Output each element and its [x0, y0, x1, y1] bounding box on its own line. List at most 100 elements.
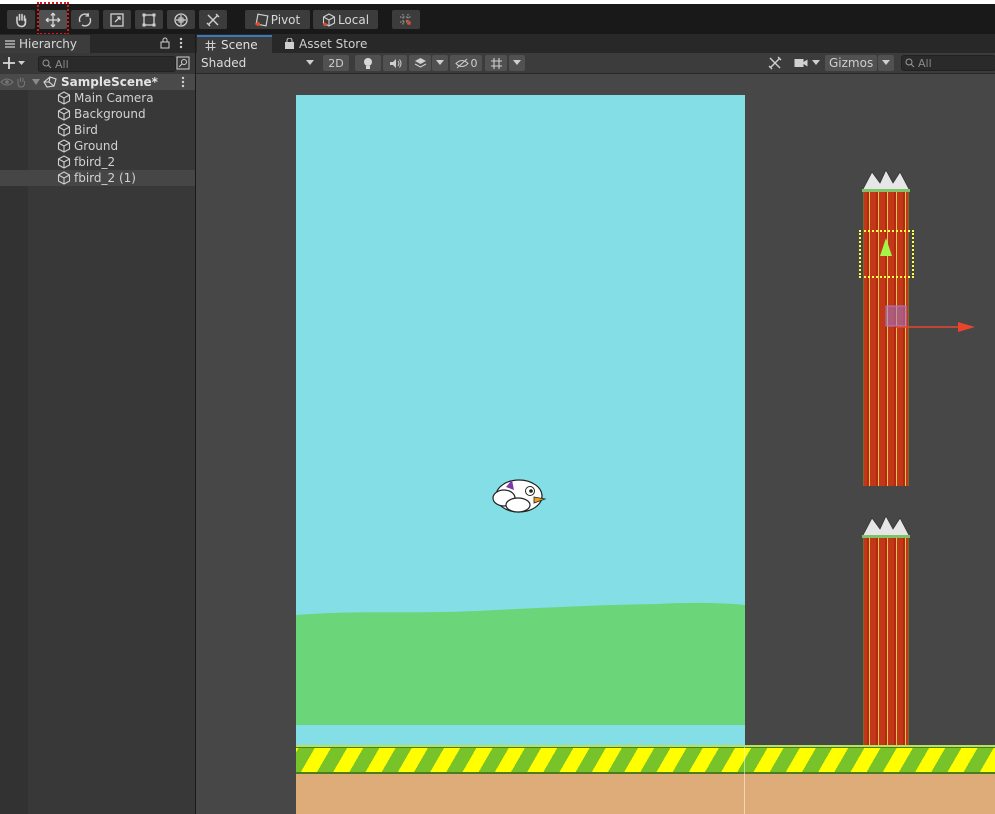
local-toggle[interactable]: Local [313, 10, 378, 29]
unity-scene-icon [43, 76, 57, 88]
search-scene-icon[interactable] [176, 56, 190, 73]
mode-2d-label: 2D [328, 56, 344, 70]
gizmo-y-axis-arrow [880, 238, 892, 256]
lock-icon[interactable] [160, 37, 170, 52]
gizmos-label: Gizmos [829, 56, 874, 70]
rotate-tool-button[interactable] [71, 10, 99, 29]
hashtag-grid-icon [205, 40, 216, 50]
gameobject-cube-icon [57, 155, 71, 169]
transform-icon [174, 12, 188, 27]
hidden-eye-icon [454, 58, 469, 68]
speaker-icon [389, 58, 401, 68]
draw-mode-dropdown[interactable]: Shaded [196, 54, 320, 72]
chevron-down-icon [436, 60, 444, 65]
search-icon [42, 59, 52, 69]
hierarchy-item-label: fbird_2 (1) [74, 171, 136, 185]
hierarchy-search-input[interactable]: All [38, 56, 176, 72]
scene-tools-button[interactable] [767, 55, 783, 74]
effects-dropdown[interactable] [432, 55, 448, 71]
panel-menu-icon[interactable] [178, 37, 184, 52]
camera-settings-button[interactable] [794, 56, 822, 70]
hierarchy-item-background[interactable]: Background [0, 106, 195, 122]
background-grass-hills [296, 602, 745, 725]
hierarchy-item-ground[interactable]: Ground [0, 138, 195, 154]
grid-hash-icon [490, 57, 502, 69]
audio-toggle[interactable] [383, 55, 407, 71]
create-add-button[interactable] [3, 56, 27, 73]
pivot-toggle[interactable]: Pivot [245, 10, 310, 29]
gizmos-button[interactable]: Gizmos [825, 55, 877, 71]
hierarchy-item-main-camera[interactable]: Main Camera [0, 90, 195, 106]
pick-hand-icon[interactable] [15, 76, 27, 88]
pipe-top-spike [862, 170, 910, 192]
gizmos-dropdown[interactable] [878, 55, 894, 71]
pivot-icon [255, 13, 269, 26]
mode-2d-toggle[interactable]: 2D [323, 55, 349, 71]
gameobject-cube-icon [57, 123, 71, 137]
gameobject-cube-icon [57, 91, 71, 105]
scene-menu-icon[interactable] [180, 76, 186, 88]
tab-scene[interactable]: Scene [197, 35, 272, 53]
gameobject-cube-icon [57, 107, 71, 121]
pivot-label: Pivot [270, 12, 301, 27]
tools-icon [768, 56, 782, 70]
eye-icon[interactable] [0, 77, 14, 87]
layers-icon [414, 58, 426, 68]
scale-icon [110, 12, 124, 27]
effects-toggle[interactable] [409, 55, 431, 71]
hierarchy-item-fbird-2-1[interactable]: fbird_2 (1) [0, 170, 195, 186]
scene-visibility-toggle[interactable]: 0 [450, 55, 482, 71]
active-tool-highlight [37, 2, 69, 35]
lightbulb-icon [364, 57, 372, 69]
hierarchy-item-bird[interactable]: Bird [0, 122, 195, 138]
main-toolbar: Pivot Local [0, 4, 995, 34]
shopping-bag-icon [285, 38, 294, 49]
lighting-toggle[interactable] [355, 55, 381, 71]
gizmo-x-axis-arrow [958, 322, 975, 332]
hidden-count-label: 0 [470, 56, 478, 70]
local-label: Local [337, 12, 370, 27]
hierarchy-item-fbird-2[interactable]: fbird_2 [0, 154, 195, 170]
ground-tile-seam [744, 747, 745, 814]
scale-tool-button[interactable] [103, 10, 131, 29]
transform-tool-button[interactable] [167, 10, 195, 29]
chevron-down-icon [513, 60, 521, 65]
scene-viewport[interactable] [196, 74, 995, 814]
scene-search-placeholder: All [918, 56, 932, 70]
bird-sprite[interactable] [492, 474, 550, 516]
hierarchy-scene-row[interactable]: SampleScene* [0, 74, 195, 90]
scene-search-input[interactable]: All [901, 55, 995, 71]
ground-stripes[interactable] [296, 747, 995, 774]
scene-name-label: SampleScene* [61, 75, 158, 89]
hand-tool-button[interactable] [7, 10, 35, 29]
ground-dirt[interactable] [296, 774, 995, 814]
chevron-down-icon [306, 60, 314, 65]
plus-icon [3, 57, 25, 69]
asset-store-tab-label: Asset Store [299, 37, 368, 51]
custom-tool-button[interactable] [199, 10, 227, 29]
pipe-bottom-spike [862, 516, 910, 538]
rect-transform-icon [142, 13, 156, 26]
move-gizmo[interactable] [876, 232, 976, 332]
grid-snap-icon [400, 13, 412, 26]
chevron-down-icon [812, 60, 820, 65]
chevron-down-icon [882, 60, 890, 65]
tools-icon [206, 13, 220, 26]
hierarchy-item-label: Background [74, 107, 146, 121]
hand-icon [16, 13, 27, 27]
pipe-bottom[interactable] [863, 538, 909, 748]
list-icon [5, 40, 15, 48]
grid-toggle[interactable] [485, 55, 507, 71]
expand-arrow-icon[interactable] [32, 78, 40, 86]
rect-tool-button[interactable] [135, 10, 163, 29]
local-space-icon [322, 12, 335, 27]
hierarchy-item-label: Ground [74, 139, 119, 153]
grid-dropdown[interactable] [509, 55, 525, 71]
hierarchy-tab-label: Hierarchy [19, 37, 78, 51]
gameobject-cube-icon [57, 171, 71, 185]
grid-snap-button[interactable] [392, 10, 420, 29]
tab-asset-store[interactable]: Asset Store [276, 35, 384, 53]
search-icon [905, 58, 915, 68]
tab-hierarchy[interactable]: Hierarchy [0, 35, 90, 53]
camera-icon [794, 59, 808, 67]
